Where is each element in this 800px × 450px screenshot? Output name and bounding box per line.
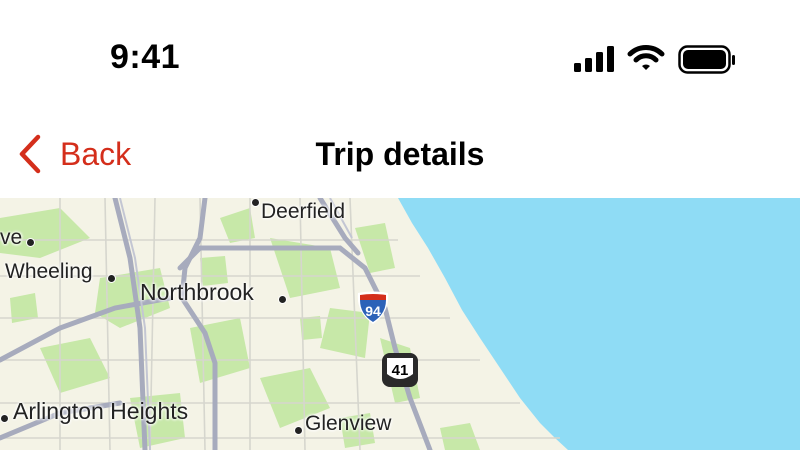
place-label-deerfield[interactable]: Deerfield [261,200,345,224]
place-dot-deerfield [251,198,260,207]
interstate-shield-icon[interactable]: 94 [355,290,391,326]
us-route-shield-icon[interactable]: 41 [381,352,419,388]
interstate-number: 94 [365,303,381,319]
page-title: Trip details [315,136,485,172]
place-label-glenview[interactable]: Glenview [305,412,391,436]
place-dot-glenview [294,426,303,435]
place-label-partial[interactable]: ve [0,226,22,250]
trip-map[interactable]: Deerfield ve Wheeling Northbrook Arlingt… [0,198,800,450]
place-label-arlington-heights[interactable]: Arlington Heights [13,398,188,425]
place-label-wheeling[interactable]: Wheeling [5,260,93,284]
navigation-bar: Back Trip details [0,110,800,198]
us-route-number: 41 [392,362,409,379]
status-time: 9:41 [110,38,181,76]
place-dot-partial [26,238,35,247]
place-dot-wheeling [107,274,116,283]
place-label-northbrook[interactable]: Northbrook [140,279,254,306]
signal-icon [574,46,614,72]
battery-icon [678,45,735,74]
status-bar: 9:41 [0,0,800,110]
place-dot-northbrook [278,295,287,304]
place-dot-arlington-heights [0,414,9,423]
wifi-icon [627,45,665,70]
